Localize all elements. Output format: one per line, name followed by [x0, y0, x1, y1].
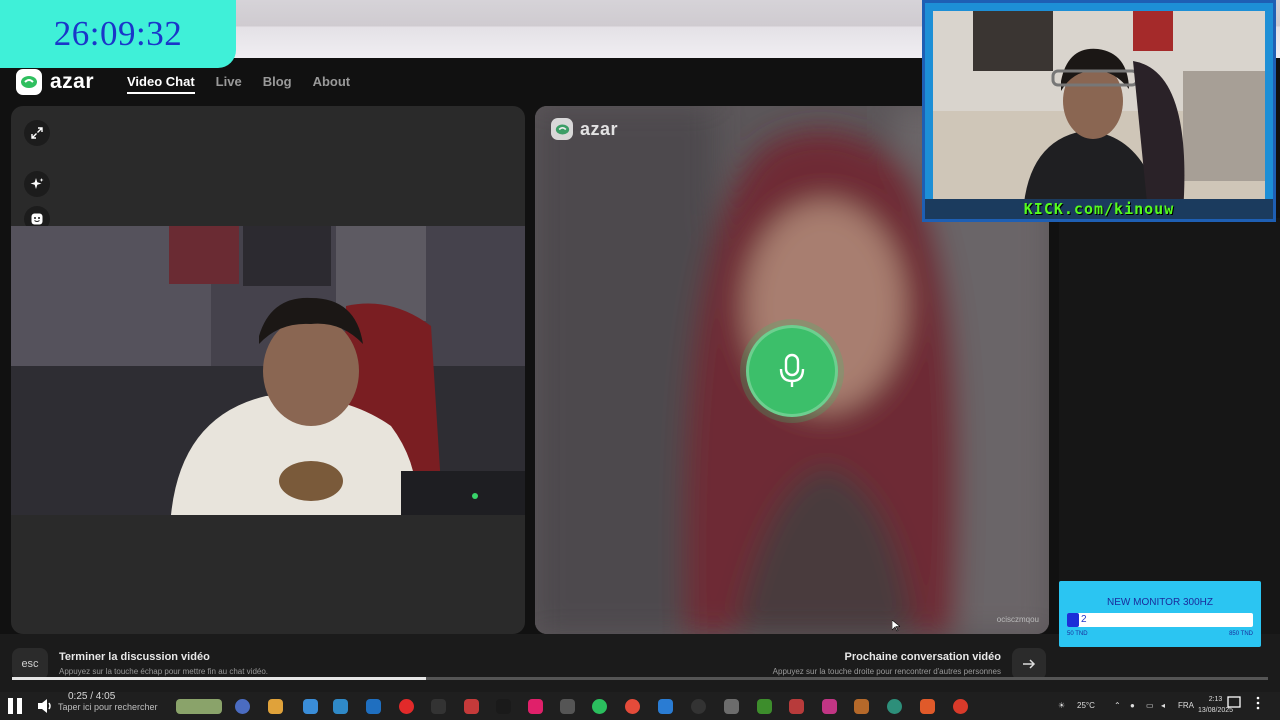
streamer-webcam-image — [933, 11, 1265, 213]
app-icon-7[interactable] — [789, 699, 804, 714]
spotify-icon[interactable] — [592, 699, 607, 714]
app-icon-4[interactable] — [496, 699, 511, 714]
self-video-panel — [11, 106, 525, 634]
chrome-icon-2[interactable] — [953, 699, 968, 714]
chrome-icon[interactable] — [625, 699, 640, 714]
weather-icon: ☀ — [1058, 701, 1066, 710]
nav-video-chat[interactable]: Video Chat — [127, 74, 195, 94]
stream-timer: 26:09:32 — [0, 0, 236, 68]
tiktok-icon[interactable] — [528, 699, 543, 714]
next-chat-button[interactable] — [1012, 648, 1046, 680]
next-chat-title: Prochaine conversation vidéo — [844, 651, 1002, 663]
instagram-icon[interactable] — [822, 699, 837, 714]
donation-goal-widget: NEW MONITOR 300HZ 2 50 TND 850 TND — [1059, 581, 1261, 647]
tray-chevron-icon[interactable]: ⌃ — [1114, 701, 1121, 710]
esc-key-button[interactable]: esc — [12, 648, 48, 680]
arrow-right-icon — [1023, 659, 1036, 669]
app-icon-6[interactable] — [757, 699, 772, 714]
tray-mic-icon[interactable]: ● — [1130, 701, 1135, 710]
nav-blog[interactable]: Blog — [263, 74, 292, 94]
outlook-icon[interactable] — [366, 699, 381, 714]
mouse-cursor — [892, 620, 900, 632]
store-icon[interactable] — [303, 699, 318, 714]
goal-max: 850 TND — [1229, 631, 1253, 637]
fullscreen-icon[interactable] — [1227, 696, 1241, 708]
video-time: 0:25 / 4:05 — [68, 691, 116, 702]
streamer-webcam-overlay: KICK.com/kinouw — [922, 0, 1276, 222]
end-chat-hint: Appuyez sur la touche échap pour mettre … — [59, 667, 269, 676]
video-progress-bar[interactable] — [12, 677, 1268, 680]
azar-logo-icon — [16, 69, 42, 95]
azar-logo-text: azar — [50, 70, 95, 93]
vscode-icon[interactable] — [658, 699, 673, 714]
end-chat-title: Terminer la discussion vidéo — [59, 651, 210, 663]
app-icon-8[interactable] — [854, 699, 869, 714]
obs-icon[interactable] — [691, 699, 706, 714]
azar-logo[interactable]: azar — [16, 69, 94, 95]
nav-about[interactable]: About — [313, 74, 351, 94]
settings-icon[interactable] — [724, 699, 739, 714]
sparkle-icon — [30, 178, 44, 189]
next-chat-hint: Appuyez sur la touche droite pour rencon… — [772, 667, 1001, 676]
azar-watermark-text: azar — [580, 118, 619, 139]
main-nav: Video Chat Live Blog About — [127, 74, 350, 94]
expand-icon — [31, 127, 43, 139]
expand-button[interactable] — [24, 120, 50, 146]
more-icon[interactable] — [1255, 696, 1261, 710]
app-icon-2[interactable] — [431, 699, 446, 714]
microphone-button[interactable] — [746, 325, 838, 417]
goal-current-value: 2 — [1081, 614, 1087, 625]
goal-min: 50 TND — [1067, 631, 1088, 637]
volume-icon[interactable] — [36, 697, 54, 715]
goal-title: NEW MONITOR 300HZ — [1107, 597, 1213, 608]
microphone-icon — [779, 353, 805, 387]
sticker-icon — [31, 213, 43, 225]
self-camera-feed — [11, 226, 525, 515]
edge-icon[interactable] — [887, 699, 902, 714]
app-icon-3[interactable] — [464, 699, 479, 714]
effects-button[interactable] — [24, 171, 50, 197]
azar-watermark: azar — [551, 118, 618, 140]
pause-button[interactable] — [8, 698, 26, 714]
self-camera-image — [11, 226, 525, 515]
tray-network-icon[interactable]: ▭ — [1146, 701, 1154, 710]
kick-banner: KICK.com/kinouw — [925, 199, 1273, 219]
app-icon-5[interactable] — [560, 699, 575, 714]
app-icon[interactable] — [333, 699, 348, 714]
streamer-webcam-feed — [933, 11, 1265, 213]
video-progress-fill — [12, 677, 427, 680]
azar-watermark-icon — [551, 118, 573, 140]
tray-volume-icon[interactable]: ◂ — [1161, 701, 1165, 710]
nav-live[interactable]: Live — [216, 74, 242, 94]
goal-progress-fill — [1067, 613, 1079, 627]
brave-icon[interactable] — [920, 699, 935, 714]
taskbar: 0:25 / 4:05 Taper ici pour rechercher ☀ … — [0, 691, 1280, 720]
taskbar-widget-icon[interactable] — [176, 699, 222, 714]
partner-id: ocisczmqou — [996, 615, 1039, 624]
taskbar-search[interactable]: Taper ici pour rechercher — [58, 702, 158, 712]
goal-progress-bar: 2 — [1067, 613, 1253, 627]
opera-icon[interactable] — [399, 699, 414, 714]
file-explorer-icon[interactable] — [268, 699, 283, 714]
weather-temp: 25°C — [1077, 701, 1095, 710]
tray-language[interactable]: FRA — [1178, 701, 1194, 710]
kick-url: KICK.com/kinouw — [1023, 200, 1175, 218]
copilot-icon[interactable] — [235, 699, 250, 714]
